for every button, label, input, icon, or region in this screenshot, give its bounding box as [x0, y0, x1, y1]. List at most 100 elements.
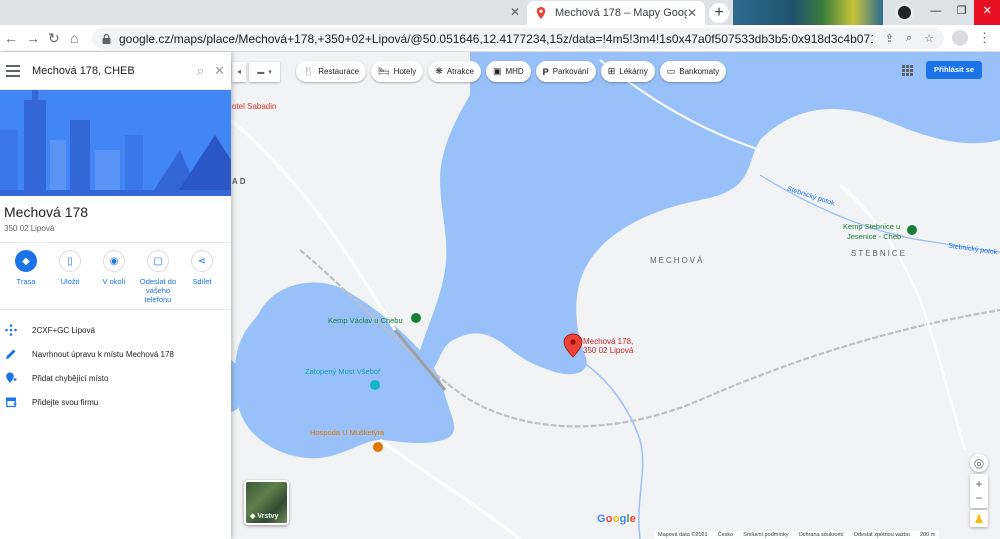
chip-mhd[interactable]: ▣ MHD	[485, 61, 531, 82]
store-icon	[4, 395, 18, 409]
place-address: 350 02 Lipová	[4, 224, 55, 233]
map-label-kemp-vaclav[interactable]: Kemp Václav u Chebu	[328, 316, 403, 325]
directions-button[interactable]: ◆ Trasa	[4, 250, 48, 304]
bookmark-star-icon[interactable]: ☆	[924, 32, 934, 45]
tab-close-icon[interactable]: ✕	[687, 6, 697, 20]
zoom-icon[interactable]: ⌕	[906, 32, 912, 45]
map-label-stebnice: STEBNICE	[851, 249, 908, 258]
map-data-attribution: Mapová data ©2021	[658, 532, 708, 538]
google-maps-favicon-icon	[536, 7, 546, 19]
chip-hotely[interactable]: 🛏 Hotely	[371, 61, 424, 82]
map-label-mechova: MECHOVÁ	[650, 256, 705, 265]
zoom-in-button[interactable]: +	[975, 477, 982, 491]
zoom-out-button[interactable]: −	[975, 491, 982, 505]
chevron-down-icon: ▾	[268, 69, 272, 76]
menu-icon[interactable]	[6, 64, 20, 77]
info-row-suggest-edit[interactable]: Navrhnout úpravu k místu Mechová 178	[0, 343, 231, 365]
search-input[interactable]: Mechová 178, CHEB	[32, 65, 187, 77]
search-box[interactable]: Mechová 178, CHEB ⌕ ✕	[0, 52, 231, 90]
share-button[interactable]: ⋖ Sdílet	[180, 250, 224, 304]
map-label-kemp-stebnice-1[interactable]: Kemp Stebnice u	[843, 222, 900, 231]
search-icon[interactable]: ⌕	[197, 63, 204, 79]
info-row-plus-code[interactable]: 2CXF+GC Lipová	[0, 319, 231, 341]
send-to-devices-icon[interactable]: ⇪	[885, 32, 894, 45]
new-tab-button[interactable]: +	[709, 3, 729, 23]
place-side-panel: Mechová 178, CHEB ⌕ ✕ Mechová 178 350 02…	[0, 52, 231, 539]
map-label-hotel[interactable]: otel Sabadin	[232, 102, 276, 111]
attractions-icon: ❋	[435, 66, 443, 76]
forward-arrow-icon[interactable]: →	[26, 30, 40, 46]
back-arrow-icon[interactable]: ←	[4, 30, 18, 46]
restaurant-icon: 🍴	[303, 66, 315, 76]
browser-toolbar: ← → ↻ ⌂ google.cz/maps/place/Mechová+178…	[0, 25, 1000, 52]
poi-kemp-stebnice-marker	[907, 225, 917, 235]
atm-icon: ▭	[666, 66, 676, 76]
info-row-add-business[interactable]: Přidejte svou firmu	[0, 391, 231, 413]
browser-tab-strip: ✕ Mechová 178 – Mapy Google ✕ + — ❐ ✕	[0, 0, 1000, 25]
map-label-kemp-stebnice-2[interactable]: Jesenice - Cheb	[847, 232, 901, 241]
place-hero-illustration	[0, 90, 231, 196]
chip-restaurace[interactable]: 🍴 Restaurace	[296, 61, 367, 82]
map-footer: Mapová data ©2021 Česko Smluvní podmínky…	[654, 531, 940, 539]
send-to-phone-button[interactable]: ▢ Odeslat do vašeho telefonu	[136, 250, 180, 304]
nearby-button[interactable]: ◉ V okolí	[92, 250, 136, 304]
add-place-icon	[4, 371, 18, 385]
category-chips: 🍴 Restaurace 🛏 Hotely ❋ Atrakce ▣ MHD P Parko…	[296, 61, 727, 82]
street-view-pegman[interactable]: ♟	[970, 510, 988, 527]
collapse-panel-button[interactable]: ◂	[232, 62, 246, 82]
home-icon[interactable]: ⌂	[70, 30, 78, 46]
profile-icon[interactable]	[895, 3, 914, 22]
map-label-hospoda[interactable]: Hospoda U Mušketýra	[310, 428, 384, 437]
pharmacy-icon: ⊞	[607, 66, 616, 76]
pin-label-line-2: 350 02 Lipová	[583, 346, 634, 355]
close-window-button[interactable]: ✕	[974, 0, 1000, 25]
poi-kemp-vaclav-marker	[411, 313, 421, 323]
minimize-button[interactable]: —	[923, 0, 949, 25]
chip-parkovani[interactable]: P Parkování	[535, 61, 596, 82]
poi-most-marker	[370, 380, 380, 390]
transit-icon: ▣	[492, 66, 502, 76]
address-bar[interactable]: google.cz/maps/place/Mechová+178,+350+02…	[92, 28, 944, 49]
scale-bar[interactable]: 200 m	[920, 531, 935, 539]
sign-in-button[interactable]: Přihlásit se	[926, 61, 982, 79]
edit-icon	[4, 347, 18, 361]
poi-hospoda-marker	[373, 442, 383, 452]
car-icon: ▬	[257, 68, 265, 76]
terms-link[interactable]: Smluvní podmínky	[743, 531, 788, 539]
tab-title: Mechová 178 – Mapy Google	[555, 7, 687, 19]
reload-icon[interactable]: ↻	[48, 30, 60, 47]
country-link[interactable]: Česko	[718, 531, 734, 539]
bookmark-icon: ▯	[59, 250, 81, 272]
feedback-link[interactable]: Odeslat zpětnou vazbu	[854, 531, 910, 539]
previous-tab-close-icon[interactable]: ✕	[508, 5, 522, 19]
info-row-add-place[interactable]: Přidat chybějící místo	[0, 367, 231, 389]
nearby-icon: ◉	[103, 250, 125, 272]
window-controls: — ❐ ✕	[923, 0, 1000, 25]
browser-menu-icon[interactable]: ⋮	[978, 30, 991, 46]
plus-code-icon	[4, 323, 18, 337]
transport-mode-button[interactable]: ▬ ▾	[249, 62, 280, 82]
chip-atrakce[interactable]: ❋ Atrakce	[428, 61, 481, 82]
account-avatar[interactable]	[952, 30, 968, 46]
location-pin-dot	[570, 339, 576, 345]
hotel-icon: 🛏	[378, 66, 390, 76]
divider	[0, 309, 231, 310]
privacy-link[interactable]: Ochrana soukromí	[798, 531, 843, 539]
google-logo: Google	[597, 513, 637, 525]
url-text: google.cz/maps/place/Mechová+178,+350+02…	[119, 31, 873, 46]
layers-toggle[interactable]: ◈ Vrstvy	[244, 480, 289, 525]
save-button[interactable]: ▯ Uložit	[48, 250, 92, 304]
send-to-phone-icon: ▢	[147, 250, 169, 272]
browser-theme-decoration	[733, 0, 883, 25]
google-apps-icon[interactable]	[902, 65, 913, 76]
maximize-button[interactable]: ❐	[949, 0, 975, 25]
clear-search-icon[interactable]: ✕	[214, 63, 225, 79]
chip-bankomaty[interactable]: ▭ Bankomaty	[659, 61, 727, 82]
map-label-zatopeny-most[interactable]: Zatopený Most Všeboř	[305, 367, 380, 376]
directions-icon: ◆	[15, 250, 37, 272]
pegman-icon: ♟	[973, 511, 985, 526]
chip-lekarny[interactable]: ⊞ Lékárny	[600, 61, 655, 82]
my-location-button[interactable]: ◎	[970, 454, 988, 472]
parking-icon: P	[542, 66, 549, 77]
active-tab[interactable]: Mechová 178 – Mapy Google ✕	[527, 1, 705, 25]
